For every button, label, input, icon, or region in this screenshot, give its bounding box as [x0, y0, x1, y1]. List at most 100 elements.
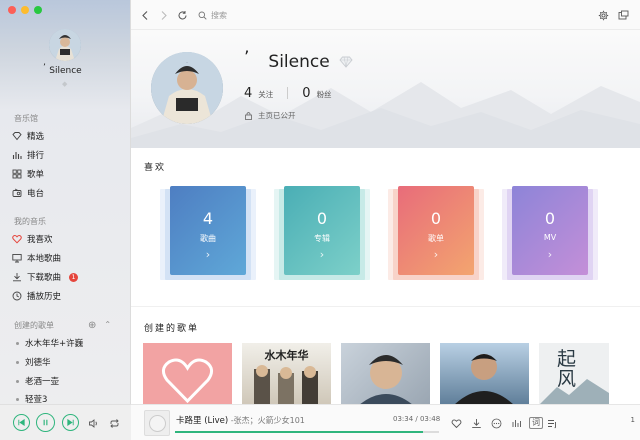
liked-albums-count: 0: [316, 209, 328, 228]
grid-icon: [12, 169, 22, 179]
playlist-button[interactable]: [547, 418, 558, 429]
previous-icon: [18, 418, 25, 427]
liked-mv-card[interactable]: 0 MV ›: [502, 186, 598, 283]
search-icon: [198, 11, 207, 20]
section-music-hall: 音乐馆: [14, 114, 38, 123]
vip-diamond-icon[interactable]: [339, 56, 353, 68]
search-input[interactable]: 搜索: [198, 8, 353, 23]
fans-label[interactable]: 粉丝: [317, 89, 332, 100]
now-playing-cover[interactable]: [144, 410, 170, 436]
volume-icon[interactable]: [88, 418, 99, 429]
liked-mv-count: 0: [544, 209, 556, 228]
lyrics-button[interactable]: 词: [529, 417, 543, 429]
section-created-playlists: 创建的歌单: [14, 321, 54, 330]
zoom-window-button[interactable]: [34, 6, 42, 14]
liked-songs-count: 4: [202, 209, 214, 228]
liudehua-cover[interactable]: [341, 343, 430, 404]
playlist-header-actions: ⊕ ⌃: [88, 320, 111, 331]
back-button[interactable]: [139, 9, 151, 21]
chevron-left-icon: [141, 10, 147, 20]
playlist-item[interactable]: 水木年华+许巍: [16, 337, 83, 349]
more-button[interactable]: [491, 418, 502, 429]
portrait-cover[interactable]: [440, 343, 529, 404]
playlist-item[interactable]: 刘德华: [16, 356, 51, 368]
profile-stats: 4 关注 0 粉丝: [244, 85, 340, 101]
liked-albums-card[interactable]: 0 专辑 ›: [274, 186, 370, 283]
sidebar-item-history[interactable]: 播放历史: [12, 288, 124, 304]
chevron-right-icon: ›: [205, 248, 211, 261]
sidebar-item-downloads[interactable]: 下载歌曲 1: [12, 269, 124, 285]
svg-text:·: ·: [186, 60, 187, 65]
liked-mv-label: MV: [543, 233, 557, 242]
chevron-right-icon: ›: [547, 248, 553, 261]
likes-title: 喜欢: [144, 163, 167, 173]
liked-playlists-card[interactable]: 0 歌单 ›: [388, 186, 484, 283]
disc-icon: [148, 414, 166, 432]
download-button[interactable]: [471, 418, 482, 429]
like-button[interactable]: [451, 418, 462, 429]
chevron-right-icon: [161, 10, 167, 20]
next-icon: [67, 418, 74, 427]
sound-effect-button[interactable]: [511, 418, 522, 429]
profile-avatar[interactable]: ·: [151, 52, 223, 124]
portrait-photo: [455, 354, 513, 404]
singer-photo: [360, 355, 412, 404]
refresh-button[interactable]: [176, 9, 188, 21]
liked-albums-label: 专辑: [314, 234, 330, 243]
settings-button[interactable]: [597, 9, 609, 21]
mini-player-icon: [618, 10, 628, 19]
sidebar-item-liked[interactable]: 我喜欢: [12, 231, 124, 247]
chevron-right-icon: ›: [319, 248, 325, 261]
add-playlist-icon[interactable]: ⊕: [88, 320, 96, 331]
avatar[interactable]: [49, 29, 81, 61]
pause-button[interactable]: [36, 413, 55, 432]
playlist-count: 1: [630, 416, 635, 424]
sidebar-item-featured[interactable]: 精选: [12, 128, 124, 144]
previous-button[interactable]: [13, 414, 30, 431]
forward-button[interactable]: [157, 9, 169, 21]
equalizer-icon: [512, 420, 521, 427]
profile-header: · ’ Silence 4 关注 0 粉丝 主页已公开: [131, 30, 640, 148]
sidebar: ’ Silence ◆ 音乐馆 精选 排行 歌单 电台 我的音乐 我喜欢 本地歌…: [0, 0, 131, 440]
repeat-icon[interactable]: [109, 418, 120, 429]
sidebar-item-local[interactable]: 本地歌曲: [12, 250, 124, 266]
heart-icon: [162, 358, 213, 404]
likes-section: 喜欢 4 歌曲 › 0 专辑 › 0 歌单 › 0 MV ›: [131, 148, 640, 304]
heart-cover[interactable]: [143, 343, 232, 404]
more-icon: [491, 418, 502, 429]
avatar-image: [49, 29, 81, 61]
now-playing-info: 卡路里 (Live) -张杰；火箭少女101: [176, 414, 305, 426]
song-artist[interactable]: -张杰；火箭少女101: [228, 416, 305, 425]
sidebar-item-playlists[interactable]: 歌单: [12, 166, 124, 182]
sidebar-item-charts[interactable]: 排行: [12, 147, 124, 163]
follow-label[interactable]: 关注: [258, 89, 273, 100]
search-placeholder: 搜索: [211, 11, 227, 20]
sidebar-username[interactable]: ’ Silence: [0, 63, 131, 76]
liked-playlists-count: 0: [430, 209, 442, 228]
fans-count[interactable]: 0: [302, 86, 310, 101]
window-controls: [8, 6, 42, 14]
collapse-icon[interactable]: ⌃: [104, 320, 111, 331]
chevron-right-icon: ›: [433, 248, 439, 261]
close-window-button[interactable]: [8, 6, 16, 14]
sidebar-item-radio[interactable]: 电台: [12, 185, 124, 201]
gear-icon: [598, 10, 608, 20]
next-button[interactable]: [62, 414, 79, 431]
player-bar: 卡路里 (Live) -张杰；火箭少女101 03:34 / 03:48 词 1: [131, 404, 640, 440]
follow-count[interactable]: 4: [244, 86, 252, 101]
liked-songs-card[interactable]: 4 歌曲 ›: [160, 186, 256, 283]
song-time: 03:34 / 03:48: [393, 415, 441, 423]
minimize-window-button[interactable]: [21, 6, 29, 14]
playlist-item[interactable]: 老酒一壶: [16, 375, 59, 387]
download-icon: [12, 272, 22, 282]
main-content: 搜索 · ’ Silence 4 关注 0 粉丝 主页已公开 喜欢 4 歌曲 ›…: [131, 0, 640, 404]
progress-bar[interactable]: [175, 431, 439, 433]
heart-icon: [12, 234, 22, 244]
progress-fill: [175, 431, 424, 433]
shuimu-cover[interactable]: 水木年华: [242, 343, 331, 404]
diamond-icon: [12, 131, 22, 141]
song-title[interactable]: 卡路里 (Live): [176, 416, 228, 426]
calligraphy-cover[interactable]: 起风: [539, 343, 609, 404]
mini-mode-button[interactable]: [617, 9, 629, 21]
vip-diamond-icon[interactable]: ◆: [62, 80, 67, 88]
